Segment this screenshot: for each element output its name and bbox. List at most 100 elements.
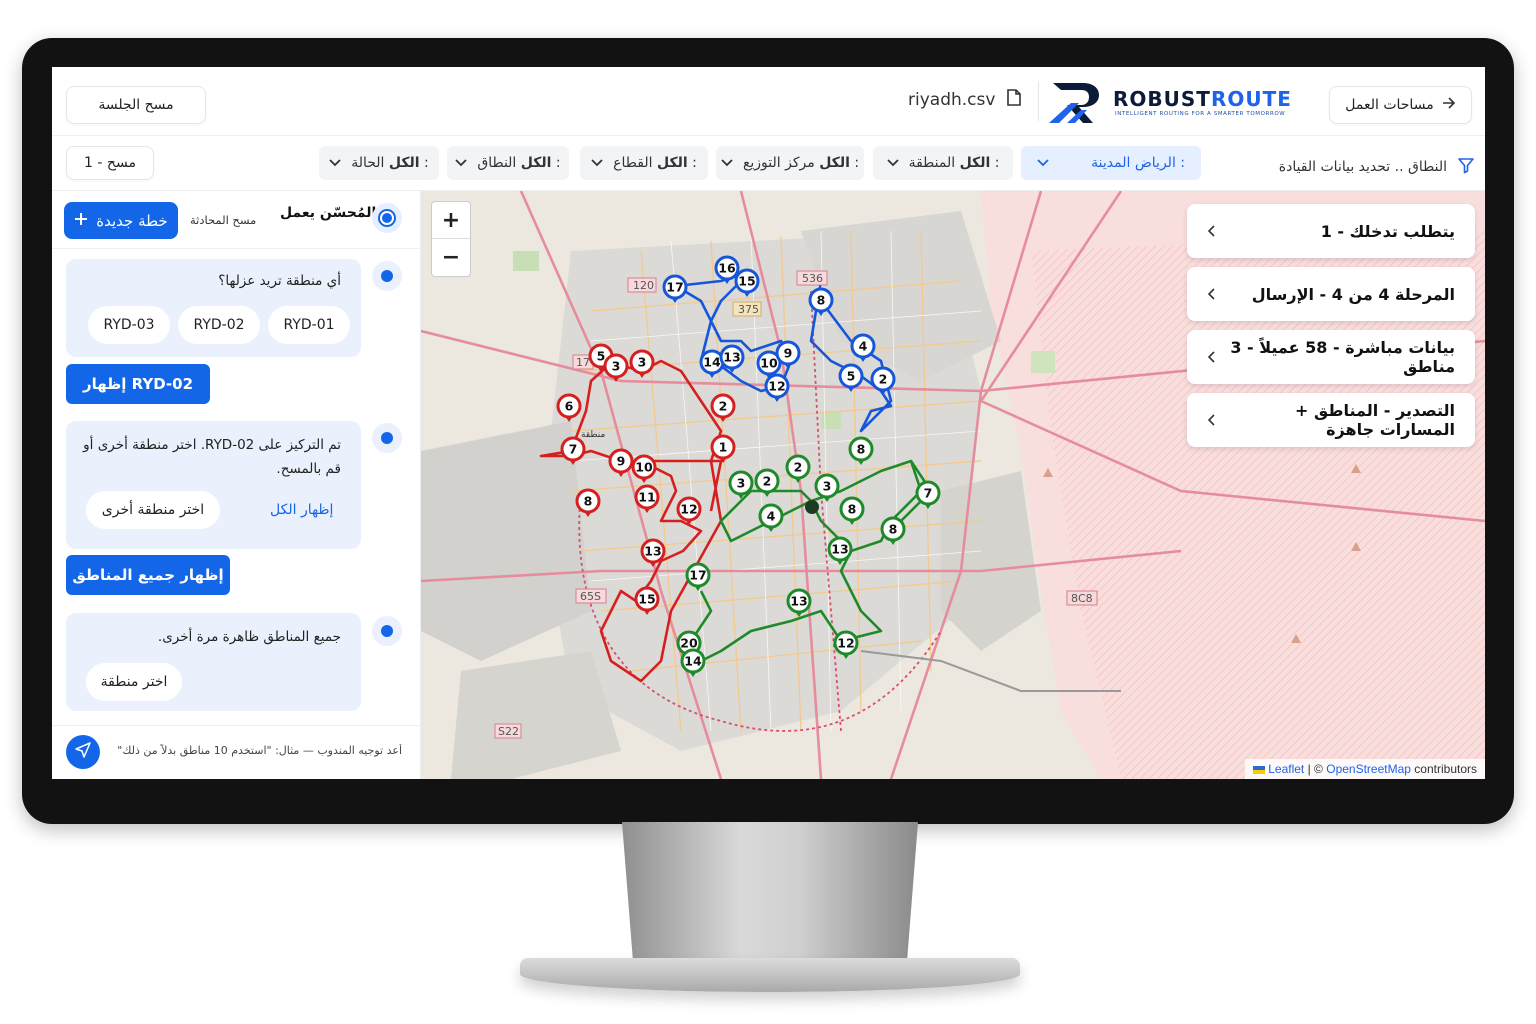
svg-text:20: 20 (680, 636, 698, 651)
card-title: التصدير - المناطق + المسارات جاهزة (1295, 401, 1455, 439)
ukraine-flag-icon (1252, 765, 1265, 774)
svg-text:4: 4 (767, 509, 776, 524)
svg-text:2: 2 (794, 460, 803, 475)
send-button[interactable] (66, 735, 100, 769)
chevron-left-icon (1207, 348, 1215, 367)
logo-tagline: INTELLIGENT ROUTING FOR A SMARTER TOMORR… (1115, 111, 1286, 117)
svg-text:8: 8 (889, 522, 898, 537)
svg-text:9: 9 (784, 346, 793, 361)
scan-button[interactable]: مسح - 1 (66, 146, 154, 180)
svg-text:12: 12 (837, 636, 854, 651)
agent-radio-icon (372, 203, 402, 233)
logo-mark-icon (1049, 83, 1099, 123)
new-plan-label: خطة جديدة (96, 211, 168, 230)
svg-text:3: 3 (737, 476, 746, 491)
arrow-right-icon (1442, 97, 1456, 113)
osm-link[interactable]: OpenStreetMap (1326, 762, 1411, 776)
message-composer: أعد توجيه المندوب — مثال: "استخدم 10 منا… (52, 725, 420, 779)
monitor-stand-base (520, 958, 1020, 992)
svg-text:2: 2 (879, 372, 888, 387)
map-attribution: Leaflet | © OpenStreetMap contributors (1244, 759, 1485, 779)
message-marker-icon (372, 423, 402, 453)
city-filter[interactable]: الرياض المدينة : (1021, 146, 1201, 180)
logo-wordmark: ROBUSTROUTE (1113, 87, 1292, 111)
new-plan-button[interactable]: خطة جديدة (64, 202, 178, 239)
svg-text:14: 14 (703, 355, 721, 370)
live-data-card[interactable]: بيانات مباشرة - 58 عميلاً - 3 مناطق (1187, 330, 1475, 384)
assistant-message: تم التركيز على RYD-02. اختر منطقة أخرى أ… (66, 421, 361, 549)
svg-text:1: 1 (719, 440, 728, 455)
file-name: riyadh.csv (908, 90, 996, 110)
assistant-panel: خطة جديدة مسح المحادثة المُحسّن يعمل أي … (52, 191, 421, 779)
zone-option-ryd-03[interactable]: RYD-03 (88, 306, 170, 344)
app-header: مسح الجلسة riyadh.csv ROBUSTROUTE INTELL… (52, 67, 1485, 136)
svg-text:11: 11 (638, 490, 655, 505)
zoom-control: + − (431, 201, 471, 277)
filter-bar: مسح - 1 الكل الحالة : الكل النطاق : الكل… (52, 136, 1485, 191)
svg-text:12: 12 (768, 379, 785, 394)
svg-text:10: 10 (760, 356, 778, 371)
show-all-zones-button[interactable]: إظهار جميع المناطق (66, 555, 230, 595)
svg-text:15: 15 (738, 274, 755, 289)
svg-text:13: 13 (723, 350, 740, 365)
chevron-down-icon (886, 155, 899, 171)
filter-icon (1457, 156, 1475, 178)
svg-text:2: 2 (719, 399, 728, 414)
svg-text:10: 10 (635, 460, 653, 475)
message-text: تم التركيز على RYD-02. اختر منطقة أخرى أ… (83, 437, 341, 477)
chevron-left-icon (1207, 411, 1215, 430)
chevron-left-icon (1207, 285, 1215, 304)
svg-text:12: 12 (680, 502, 697, 517)
svg-text:7: 7 (924, 486, 933, 501)
card-title: المرحلة 4 من 4 - الإرسال (1251, 284, 1455, 304)
file-icon (1007, 89, 1022, 111)
svg-text:8: 8 (857, 442, 866, 457)
zoom-in-button[interactable]: + (432, 202, 470, 238)
workspaces-label: مساحات العمل (1345, 97, 1434, 113)
file-indicator: riyadh.csv (908, 89, 1022, 111)
chat-divider (52, 248, 420, 249)
plus-icon (74, 212, 88, 230)
pick-zone-button[interactable]: اختر منطقة (86, 663, 182, 701)
chevron-down-icon (721, 155, 733, 171)
range-filter[interactable]: الكل النطاق : (447, 146, 569, 180)
composer-input[interactable]: أعد توجيه المندوب — مثال: "استخدم 10 منا… (112, 744, 402, 757)
svg-text:17: 17 (576, 356, 590, 369)
zone-option-ryd-01[interactable]: RYD-01 (268, 306, 350, 344)
message-text: أي منطقة تريد عزلها؟ (218, 273, 341, 289)
pick-other-zone-button[interactable]: اختر منطقة أخرى (86, 491, 220, 529)
zoom-out-button[interactable]: − (432, 238, 470, 275)
svg-text:2: 2 (763, 474, 772, 489)
status-filter[interactable]: الكل الحالة : (319, 146, 439, 180)
zone-option-ryd-02[interactable]: RYD-02 (178, 306, 260, 344)
svg-text:5: 5 (847, 369, 856, 384)
clear-session-label: مسح الجلسة (98, 97, 174, 113)
chevron-down-icon (455, 155, 467, 171)
scope-indicator: النطاق .. تحديد بيانات القيادة (1279, 156, 1475, 178)
alert-card[interactable]: يتطلب تدخلك - 1 (1187, 204, 1475, 258)
svg-text:4: 4 (859, 339, 868, 354)
card-title: يتطلب تدخلك - 1 (1320, 221, 1455, 241)
sector-filter[interactable]: الكل القطاع : (580, 146, 708, 180)
svg-text:S22: S22 (498, 725, 519, 738)
svg-text:17: 17 (689, 568, 706, 583)
region-filter[interactable]: الكل المنطقة : (873, 146, 1013, 180)
svg-text:536: 536 (802, 272, 823, 285)
app-window: مسح الجلسة riyadh.csv ROBUSTROUTE INTELL… (52, 67, 1485, 779)
export-card[interactable]: التصدير - المناطق + المسارات جاهزة (1187, 393, 1475, 447)
map-view[interactable]: 120 536 375 17 65S S22 8C8 منطقة 2135367… (421, 191, 1485, 779)
hub-filter[interactable]: الكل مركز التوزيع : (716, 146, 864, 180)
clear-session-button[interactable]: مسح الجلسة (66, 86, 206, 124)
chevron-left-icon (1207, 222, 1215, 241)
stage-card[interactable]: المرحلة 4 من 4 - الإرسال (1187, 267, 1475, 321)
svg-text:9: 9 (617, 454, 626, 469)
svg-text:14: 14 (684, 654, 702, 669)
agent-status: المُحسّن يعمل (280, 205, 377, 221)
assistant-message: أي منطقة تريد عزلها؟ RYD-01 RYD-02 RYD-0… (66, 259, 361, 357)
show-zone-button[interactable]: إظهار RYD-02 (66, 364, 210, 404)
workspaces-button[interactable]: مساحات العمل (1329, 86, 1472, 124)
show-all-link[interactable]: إظهار الكل (270, 502, 333, 518)
leaflet-link[interactable]: Leaflet (1268, 762, 1304, 776)
card-title: بيانات مباشرة - 58 عميلاً - 3 مناطق (1230, 338, 1455, 376)
clear-chat-link[interactable]: مسح المحادثة (190, 213, 256, 227)
